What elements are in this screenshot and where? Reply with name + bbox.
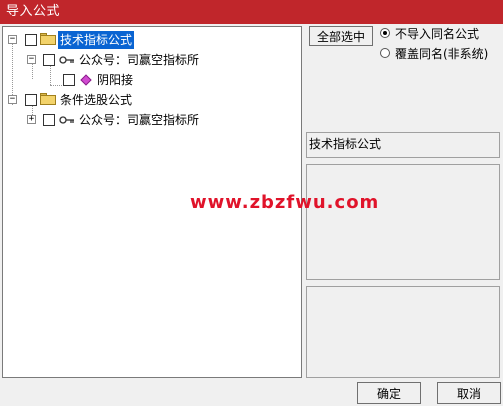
tree-node-account[interactable]: − 公众号：司赢空指标所 bbox=[3, 51, 301, 69]
tree-node-checkbox[interactable] bbox=[25, 34, 37, 46]
description-panel-top bbox=[306, 164, 500, 280]
tree-node-account-2[interactable]: + 公众号：司赢空指标所 bbox=[3, 111, 301, 129]
tree-node-label: 技术指标公式 bbox=[58, 31, 135, 49]
radio-skip-duplicates-label[interactable]: 不导入同名公式 bbox=[395, 25, 479, 42]
folder-icon bbox=[40, 33, 56, 45]
collapse-icon[interactable]: − bbox=[8, 35, 17, 44]
tree-node-checkbox[interactable] bbox=[25, 94, 37, 106]
tree-node-label: 公众号：司赢空指标所 bbox=[79, 113, 200, 127]
tree-node-label: 条件选股公式 bbox=[60, 93, 133, 107]
watermark: www.zbzfwu.com bbox=[190, 192, 380, 213]
tree-node-selection-formulas[interactable]: − 条件选股公式 bbox=[3, 91, 301, 109]
description-panel-bottom bbox=[306, 286, 500, 378]
window-title: 导入公式 bbox=[6, 4, 61, 19]
tree-node-label: 阴阳接 bbox=[97, 73, 134, 87]
title-bar: 导入公式 bbox=[0, 0, 503, 24]
tree-node-technical-formulas[interactable]: − 技术指标公式 bbox=[3, 31, 301, 49]
collapse-icon[interactable]: − bbox=[8, 95, 17, 104]
key-icon bbox=[59, 56, 74, 64]
formula-diamond-icon bbox=[80, 74, 92, 86]
formula-type-display: 技术指标公式 bbox=[306, 132, 500, 158]
radio-skip-duplicates[interactable] bbox=[380, 28, 390, 38]
radio-overwrite-label[interactable]: 覆盖同名(非系统) bbox=[395, 45, 488, 62]
radio-overwrite[interactable] bbox=[380, 48, 390, 58]
tree-node-checkbox[interactable] bbox=[43, 54, 55, 66]
ok-button[interactable]: 确定 bbox=[357, 382, 421, 404]
expand-icon[interactable]: + bbox=[27, 115, 36, 124]
cancel-button[interactable]: 取消 bbox=[437, 382, 501, 404]
tree-node-checkbox[interactable] bbox=[63, 74, 75, 86]
collapse-icon[interactable]: − bbox=[27, 55, 36, 64]
key-icon bbox=[59, 116, 74, 124]
tree-node-yinyang[interactable]: 阴阳接 bbox=[3, 71, 301, 89]
select-all-button[interactable]: 全部选中 bbox=[309, 26, 373, 46]
tree-node-label: 公众号：司赢空指标所 bbox=[79, 53, 200, 67]
folder-icon bbox=[40, 93, 56, 105]
dialog-body: − 技术指标公式 − 公众号：司赢空指标所 阴阳接 − 条件选股公式 + 公众号… bbox=[0, 24, 503, 406]
tree-node-checkbox[interactable] bbox=[43, 114, 55, 126]
